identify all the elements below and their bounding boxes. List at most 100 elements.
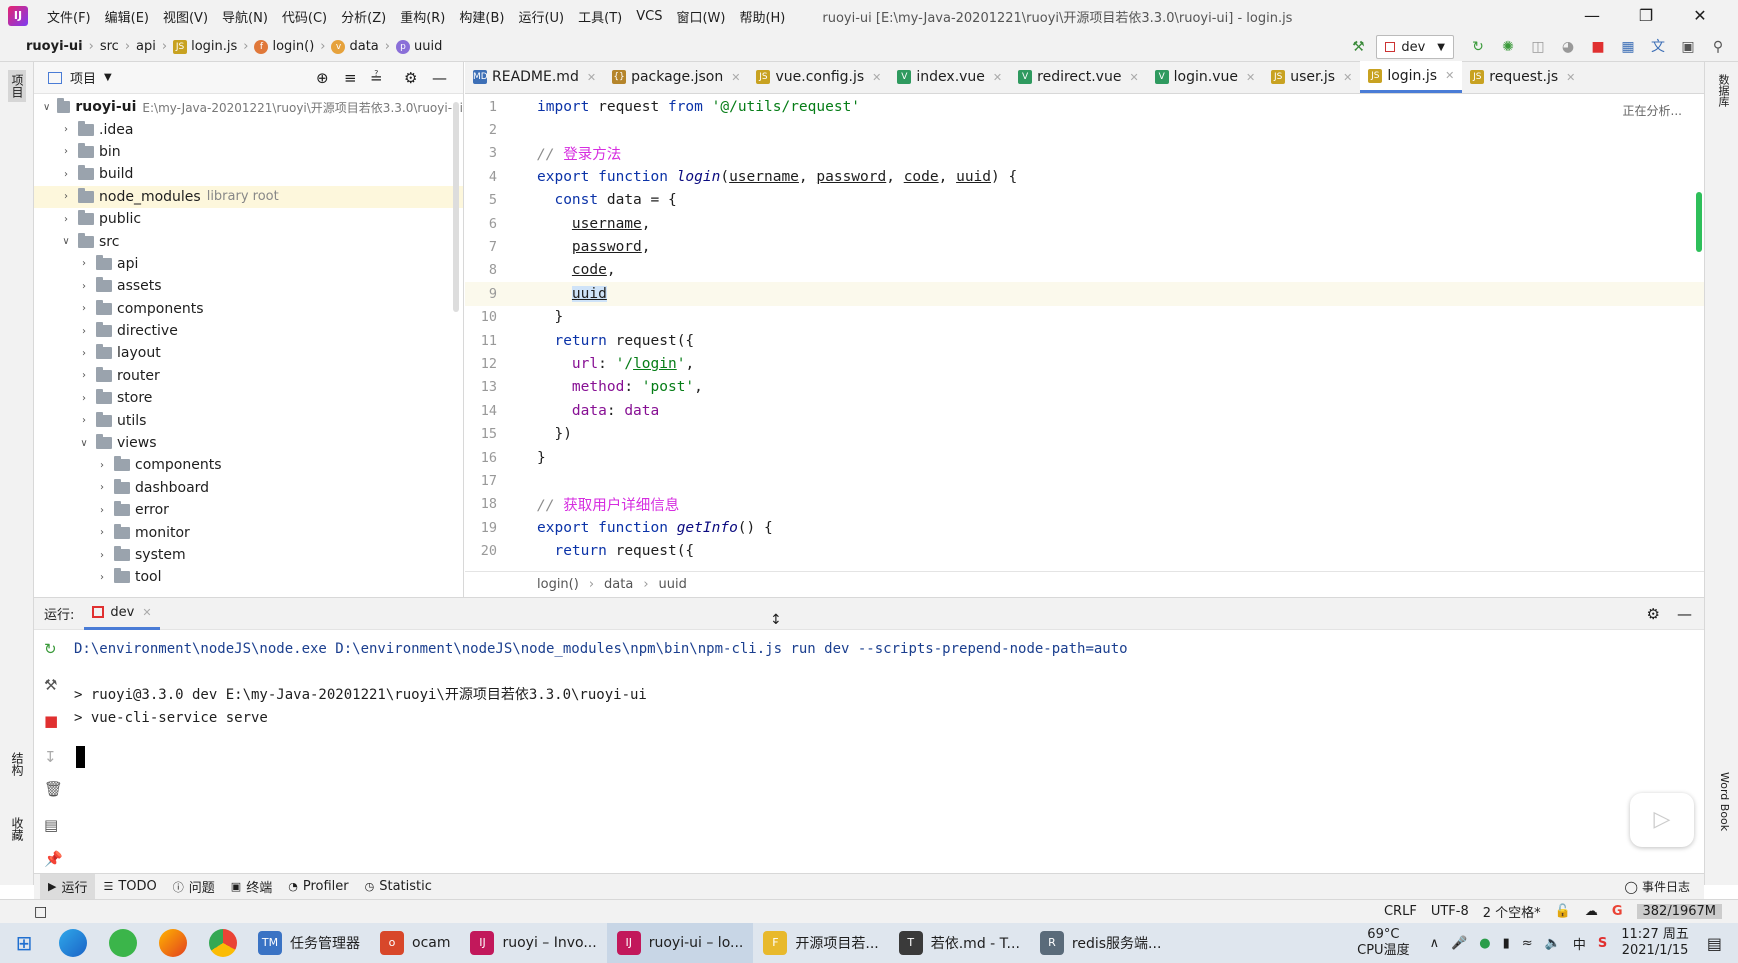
360-browser-icon[interactable] — [109, 929, 137, 957]
bottom-tool-tab[interactable]: ▶ 运行 — [40, 873, 96, 900]
layout-icon[interactable]: ▤ — [44, 816, 58, 834]
tree-item[interactable]: › assets — [34, 275, 463, 297]
sogou-icon[interactable]: S — [1598, 936, 1607, 951]
menu-item[interactable]: 代码(C) — [275, 7, 334, 26]
breadcrumb-item[interactable]: JS login.js › — [173, 39, 248, 54]
menu-item[interactable]: 工具(T) — [571, 7, 629, 26]
tree-item[interactable]: › .idea — [34, 118, 463, 140]
project-tool-tab[interactable]: 项目 — [8, 70, 26, 102]
notification-icon[interactable]: ☁ — [1585, 904, 1598, 919]
breadcrumb-item[interactable]: ruoyi-ui › — [26, 39, 94, 54]
menu-item[interactable]: 运行(U) — [511, 7, 571, 26]
debug-bug-icon[interactable]: ✺ — [1496, 35, 1520, 59]
tree-item[interactable]: › build — [34, 163, 463, 185]
close-tab-icon[interactable]: ✕ — [731, 71, 740, 84]
project-view-label[interactable]: 项目 — [70, 68, 96, 87]
memory-indicator[interactable]: 382/1967M — [1636, 904, 1722, 919]
wordbook-tool-tab[interactable]: Word Book — [1713, 772, 1731, 831]
tree-item[interactable]: › tool — [34, 566, 463, 588]
menu-item[interactable]: 构建(B) — [452, 7, 511, 26]
tree-item[interactable]: › api — [34, 253, 463, 275]
code-path-item[interactable]: data — [604, 577, 633, 592]
locate-icon[interactable]: ⊕ — [316, 69, 329, 87]
tree-item[interactable]: › utils — [34, 409, 463, 431]
line-separator[interactable]: CRLF — [1384, 904, 1417, 919]
tree-item[interactable]: › layout — [34, 342, 463, 364]
tree-item[interactable]: › components — [34, 298, 463, 320]
close-tab-icon[interactable]: ✕ — [1343, 71, 1352, 84]
battery-icon[interactable]: ▮ — [1503, 936, 1510, 951]
tree-item[interactable]: ∨ src — [34, 230, 463, 252]
taskbar-app[interactable]: o ocam — [370, 923, 460, 963]
editor-tab[interactable]: Vlogin.vue ✕ — [1147, 61, 1264, 93]
menu-item[interactable]: 导航(N) — [215, 7, 275, 26]
firefox-icon[interactable] — [159, 929, 187, 957]
taskbar-app[interactable]: F 开源项目若... — [753, 923, 888, 963]
editor-tab[interactable]: Vindex.vue ✕ — [889, 61, 1010, 93]
tree-item[interactable]: › monitor — [34, 521, 463, 543]
play-overlay-icon[interactable]: ▷ — [1630, 793, 1694, 847]
settings-gear-icon[interactable]: ⚙ — [404, 69, 417, 87]
tree-item[interactable]: › components — [34, 454, 463, 476]
scroll-to-end-icon[interactable]: ↧ — [44, 748, 57, 766]
breadcrumb-item[interactable]: v data › — [331, 39, 390, 54]
bottom-tool-tab[interactable]: ▣ 终端 — [223, 874, 280, 900]
restore-button[interactable]: ❐ — [1620, 0, 1672, 32]
clock[interactable]: 11:27 周五 2021/1/15 — [1621, 927, 1689, 959]
windows-start-icon[interactable]: ⊞ — [0, 923, 48, 963]
collapse-all-icon[interactable]: ≟ — [370, 69, 383, 87]
wrench-icon[interactable]: ⚒ — [44, 676, 57, 694]
close-tab-icon[interactable]: ✕ — [587, 71, 596, 84]
menu-item[interactable]: 编辑(E) — [98, 7, 156, 26]
tree-item[interactable]: › public — [34, 208, 463, 230]
close-tab-icon[interactable]: ✕ — [142, 606, 151, 619]
chevron-up-icon[interactable]: ∧ — [1430, 936, 1440, 951]
breadcrumb-item[interactable]: src › — [100, 39, 130, 54]
minimize-button[interactable]: — — [1566, 0, 1618, 32]
menu-item[interactable]: 重构(R) — [393, 7, 452, 26]
tree-root[interactable]: ∨ ruoyi-ui E:\my-Java-20201221\ruoyi\开源项… — [34, 96, 463, 118]
hide-panel-icon[interactable]: — — [1677, 605, 1692, 623]
pin-icon[interactable]: 📌 — [44, 850, 63, 868]
console-output[interactable]: D:\environment\nodeJS\node.exe D:\enviro… — [74, 630, 1704, 873]
bottom-tool-tab[interactable]: ◷ Statistic — [357, 874, 440, 900]
taskbar-app[interactable]: IJ ruoyi-ui – lo... — [606, 923, 754, 963]
tree-item[interactable]: › bin — [34, 141, 463, 163]
run-config-select[interactable]: dev ▼ — [1376, 35, 1454, 59]
tree-item[interactable]: › system — [34, 544, 463, 566]
editor-scrollbar[interactable] — [1696, 192, 1702, 252]
stop-icon[interactable]: ■ — [1586, 35, 1610, 59]
tree-item[interactable]: ∨ views — [34, 432, 463, 454]
bottom-tool-tab[interactable]: ☰ TODO — [95, 874, 164, 900]
structure-tool-tab[interactable]: 结构 — [8, 752, 26, 776]
editor-tab[interactable]: {} package.json ✕ — [604, 61, 748, 93]
settings-gear-icon[interactable]: ⚙ — [1647, 605, 1660, 623]
ime-indicator[interactable]: 中 — [1573, 934, 1586, 953]
close-tab-icon[interactable]: ✕ — [1129, 71, 1138, 84]
close-tab-icon[interactable]: ✕ — [1445, 69, 1454, 82]
menu-item[interactable]: 帮助(H) — [732, 7, 792, 26]
tree-item[interactable]: › node_modules library root — [34, 185, 463, 208]
rerun-icon[interactable]: ↻ — [44, 640, 57, 658]
editor-tab[interactable]: JS user.js ✕ — [1263, 61, 1360, 93]
code-path-item[interactable]: uuid — [659, 577, 687, 592]
close-window-button[interactable]: ✕ — [1674, 0, 1726, 32]
tree-item[interactable]: › directive — [34, 320, 463, 342]
taskbar-app[interactable]: IJ ruoyi – Invo... — [460, 923, 606, 963]
taskbar-app[interactable]: Rredis服务端... — [1030, 923, 1171, 963]
taskbar-app[interactable]: TM 任务管理器 — [248, 923, 370, 963]
database-tool-tab[interactable]: 数据库 — [1713, 74, 1731, 107]
file-encoding[interactable]: UTF-8 — [1431, 904, 1469, 919]
edge-browser-icon[interactable] — [59, 929, 87, 957]
coverage-icon[interactable]: ◫ — [1526, 35, 1550, 59]
bottom-tool-tab[interactable]: ⓘ 问题 — [165, 874, 223, 900]
breadcrumb-item[interactable]: f login() › — [254, 39, 325, 54]
menu-item[interactable]: VCS — [629, 9, 669, 24]
favorites-tool-tab[interactable]: 收藏 — [8, 817, 26, 841]
lock-icon[interactable]: 🔓 — [1555, 904, 1571, 919]
taskbar-app[interactable]: T 若依.md - T... — [889, 923, 1030, 963]
editor-tab[interactable]: JS request.js ✕ — [1462, 61, 1583, 93]
menu-item[interactable]: 视图(V) — [156, 7, 215, 26]
code-path-item[interactable]: login() — [537, 577, 579, 592]
tree-scrollbar[interactable] — [453, 102, 459, 312]
